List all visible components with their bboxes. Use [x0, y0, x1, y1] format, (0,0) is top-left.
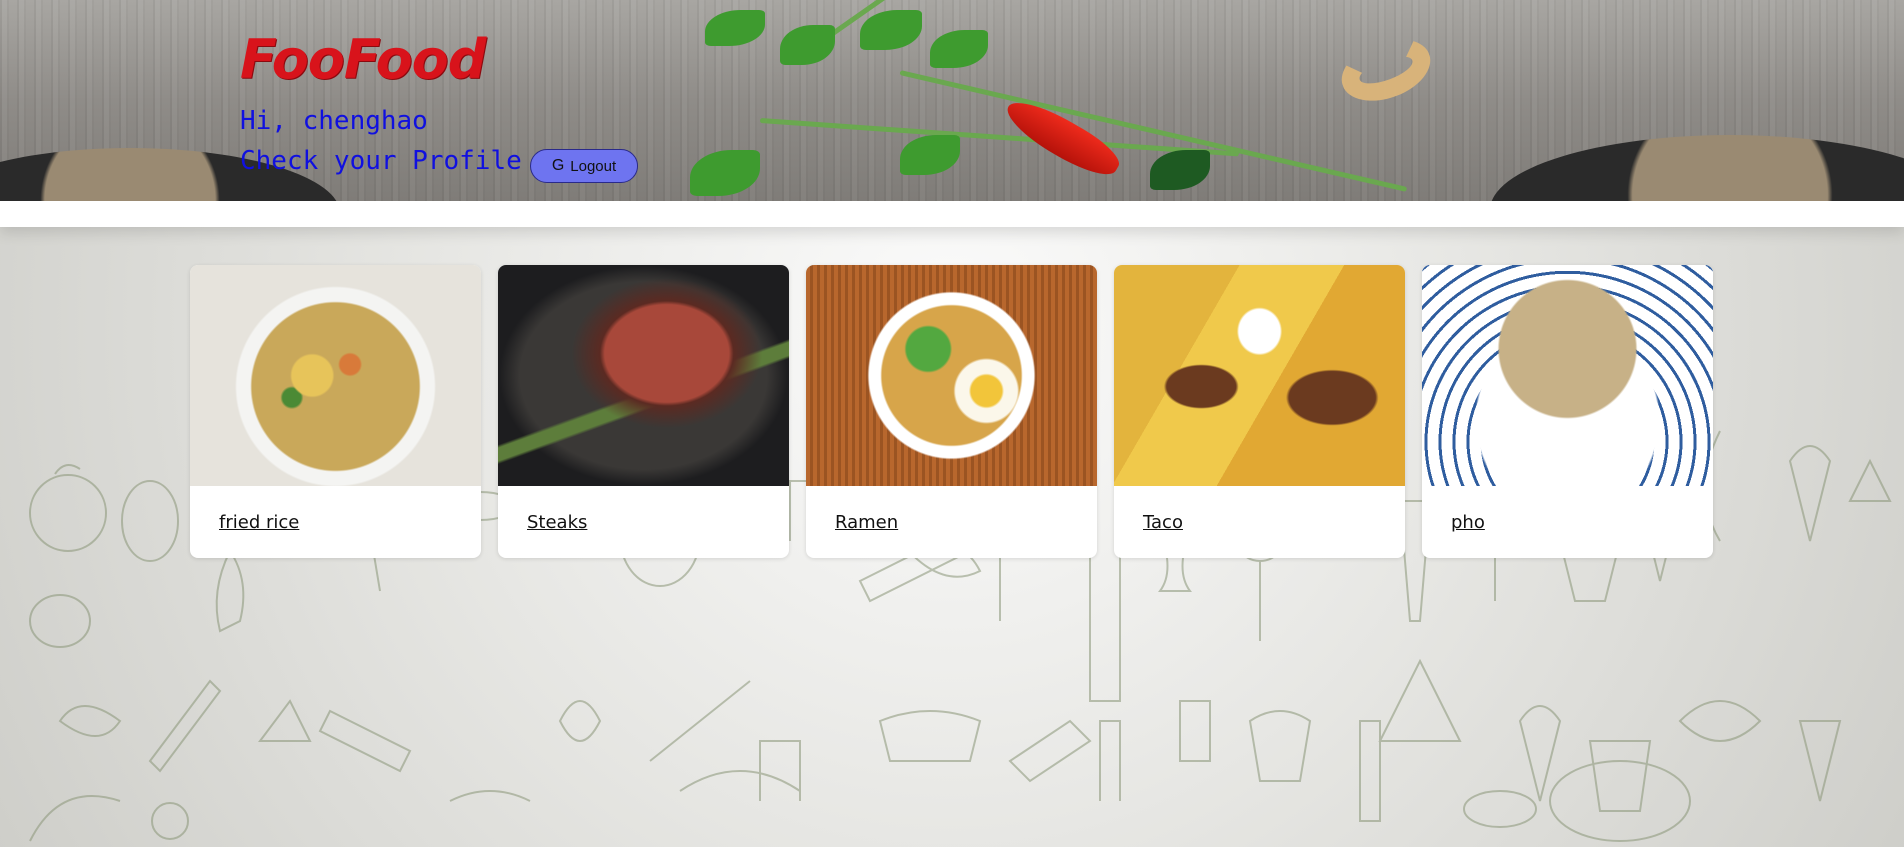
header-banner: FooFood Hi, chenghao Check your Profile … — [0, 0, 1904, 201]
herb-leaf — [1150, 150, 1210, 190]
recipe-card-taco[interactable]: Taco — [1114, 265, 1405, 558]
recipe-title-link[interactable]: Ramen — [835, 512, 898, 533]
recipe-title-link[interactable]: fried rice — [219, 512, 299, 533]
google-icon: G — [551, 157, 565, 174]
logout-label: Logout — [570, 157, 617, 175]
recipe-card-ramen[interactable]: Ramen — [806, 265, 1097, 558]
recipe-card-fried-rice[interactable]: fried rice — [190, 265, 481, 558]
brand-logo: FooFood — [240, 28, 486, 91]
herb-leaf — [860, 10, 922, 50]
herb-leaf — [690, 150, 760, 196]
cashew-decoration — [1333, 27, 1439, 113]
herb-leaf — [705, 10, 765, 46]
recipe-card-steaks[interactable]: Steaks — [498, 265, 789, 558]
recipe-title-link[interactable]: Taco — [1143, 512, 1183, 533]
herb-leaf — [780, 25, 835, 65]
recipe-title-link[interactable]: pho — [1451, 512, 1485, 533]
user-greeting: Hi, chenghao — [240, 106, 428, 136]
bowl-decoration-right — [1490, 135, 1904, 201]
main-content: fried rice Steaks Ramen Taco pho — [0, 201, 1904, 847]
ramen-image — [806, 265, 1097, 486]
header-divider-band — [0, 201, 1904, 227]
fried-rice-image — [190, 265, 481, 486]
recipe-card-pho[interactable]: pho — [1422, 265, 1713, 558]
steak-image — [498, 265, 789, 486]
taco-image — [1114, 265, 1405, 486]
recipe-title-link[interactable]: Steaks — [527, 512, 587, 533]
recipe-card-grid: fried rice Steaks Ramen Taco pho — [190, 265, 1713, 558]
herb-leaf — [930, 30, 988, 68]
pho-image — [1422, 265, 1713, 486]
logout-button[interactable]: G Logout — [530, 149, 638, 183]
profile-link[interactable]: Check your Profile — [240, 146, 522, 176]
herb-leaf — [900, 135, 960, 175]
herb-stem — [759, 118, 1240, 157]
